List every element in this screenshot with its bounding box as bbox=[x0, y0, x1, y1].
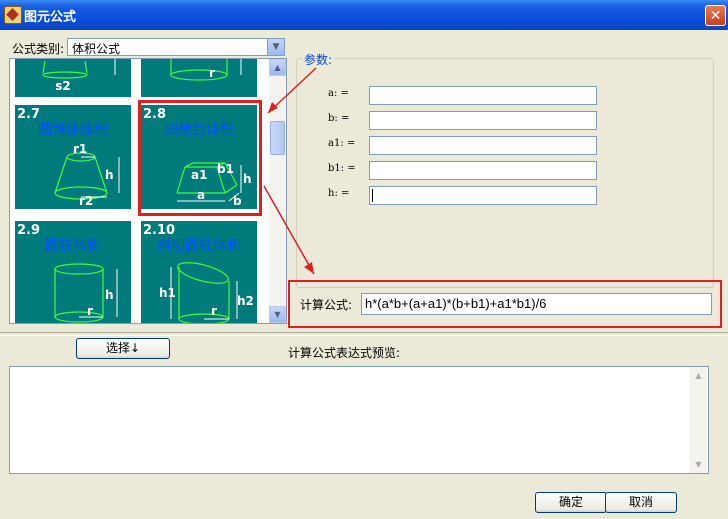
param-b-label: b: = bbox=[328, 113, 350, 124]
formula-label: 计算公式: bbox=[300, 298, 353, 312]
divider bbox=[0, 332, 728, 336]
text-caret bbox=[372, 189, 373, 202]
param-h-input[interactable] bbox=[369, 186, 597, 205]
shape-label: h bbox=[105, 288, 114, 302]
cancel-button[interactable]: 取消 bbox=[605, 492, 677, 513]
param-h-label: h: = bbox=[328, 188, 350, 199]
shape-label: r bbox=[87, 304, 93, 318]
formula-input[interactable]: h*(a*b+(a+a1)*(b+b1)+a1*b1)/6 bbox=[361, 293, 712, 315]
gallery-scrollbar[interactable]: ▲ ▼ bbox=[269, 59, 286, 323]
preview-scrollbar[interactable]: ▲ ▼ bbox=[690, 367, 707, 473]
formula-tile-2-10[interactable]: 2.10 斜切圆柱体积 h1 h2 r bbox=[141, 221, 257, 323]
formula-tile-2-9[interactable]: 2.9 圆柱体积 h r bbox=[15, 221, 131, 323]
title-bar[interactable] bbox=[0, 0, 728, 30]
formula-tile-2-7[interactable]: 2.7 圆锥体体积 r1 h r2 bbox=[15, 105, 131, 209]
shape-label: r bbox=[209, 66, 215, 80]
selected-tile-highlight bbox=[138, 100, 262, 216]
close-button[interactable]: ✕ bbox=[705, 5, 726, 26]
scroll-up-icon[interactable]: ▲ bbox=[690, 367, 707, 384]
params-legend: 参数: bbox=[302, 51, 335, 68]
param-b1-label: b1: = bbox=[328, 163, 356, 174]
scroll-up-icon[interactable]: ▲ bbox=[269, 59, 286, 76]
param-b1-input[interactable] bbox=[369, 161, 597, 180]
category-select[interactable]: 体积公式 ▼ bbox=[67, 38, 285, 56]
preview-label: 计算公式表达式预览: bbox=[288, 346, 401, 360]
app-icon bbox=[4, 6, 22, 24]
chevron-down-icon[interactable]: ▼ bbox=[267, 39, 284, 55]
ok-button[interactable]: 确定 bbox=[535, 492, 607, 513]
shape-label: h bbox=[105, 168, 114, 182]
select-button[interactable]: 选择↓ bbox=[76, 338, 170, 359]
category-label: 公式类别: bbox=[12, 42, 65, 56]
formula-tile[interactable]: r bbox=[141, 59, 257, 97]
param-b-input[interactable] bbox=[369, 111, 597, 130]
preview-textarea[interactable] bbox=[9, 366, 709, 474]
category-value: 体积公式 bbox=[72, 42, 121, 56]
shape-label: r bbox=[211, 304, 217, 318]
window-title: 图元公式 bbox=[24, 10, 77, 25]
shape-label: r2 bbox=[79, 194, 93, 208]
shape-label: h2 bbox=[237, 294, 254, 308]
scroll-down-icon[interactable]: ▼ bbox=[690, 456, 707, 473]
shape-label: s2 bbox=[55, 79, 71, 93]
param-a-input[interactable] bbox=[369, 86, 597, 105]
param-a1-label: a1: = bbox=[328, 138, 356, 149]
formula-tile[interactable]: s2 bbox=[15, 59, 131, 97]
scroll-thumb[interactable] bbox=[270, 121, 285, 155]
param-a1-input[interactable] bbox=[369, 136, 597, 155]
param-a-label: a: = bbox=[328, 88, 349, 99]
shape-label: h1 bbox=[159, 286, 176, 300]
shape-label: r1 bbox=[73, 142, 87, 156]
scroll-down-icon[interactable]: ▼ bbox=[269, 306, 286, 323]
